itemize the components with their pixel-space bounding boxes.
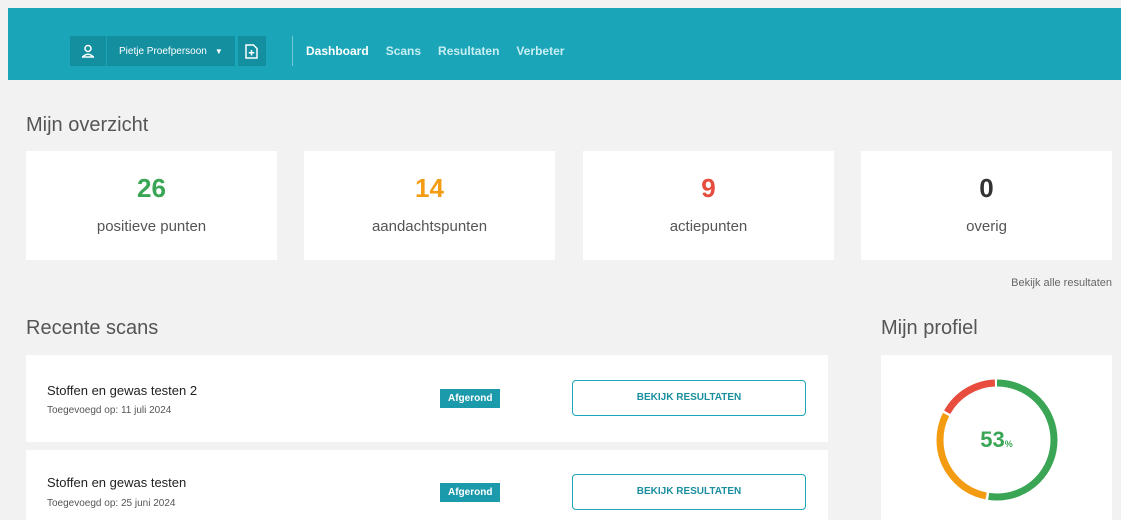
stat-other-label: overig [966, 218, 1007, 235]
stat-attention-label: aandachtspunten [371, 218, 488, 235]
user-icon-svg [81, 44, 95, 58]
stat-attention: 14 aandachtspunten [304, 151, 555, 260]
nav-dashboard[interactable]: Dashboard [306, 44, 369, 58]
chevron-down-icon: ▼ [214, 46, 223, 56]
profile-percentage-unit: % [1004, 439, 1013, 449]
user-name: Pietje Proefpersoon [119, 45, 207, 57]
recent-scans-title: Recente scans [26, 317, 159, 339]
status-badge: Afgerond [440, 389, 501, 408]
add-document-icon [245, 43, 259, 59]
user-icon[interactable] [70, 36, 106, 66]
scan-title: Stoffen en gewas testen 2 [47, 383, 198, 398]
scan-date: Toegevoegd op: 25 juni 2024 [47, 498, 176, 509]
view-results-button[interactable]: BEKIJK RESULTATEN [572, 380, 806, 416]
scan-date: Toegevoegd op: 11 juli 2024 [47, 405, 172, 416]
add-document-button[interactable] [237, 36, 266, 66]
stat-other: 0 overig [861, 151, 1112, 260]
scan-card: Stoffen en gewas testen 2 Toegevoegd op:… [26, 355, 828, 442]
profile-title: Mijn profiel [881, 317, 978, 339]
view-all-results-link[interactable]: Bekijk alle resultaten [1011, 277, 1112, 289]
user-menu-group: Pietje Proefpersoon ▼ [70, 36, 266, 66]
nav-resultaten[interactable]: Resultaten [438, 44, 499, 58]
overview-title: Mijn overzicht [26, 114, 149, 136]
stat-action: 9 actiepunten [583, 151, 834, 260]
stat-other-value: 0 [979, 173, 994, 203]
main-nav: Dashboard Scans Resultaten Verbeter [306, 44, 581, 58]
stat-attention-value: 14 [415, 173, 444, 203]
view-results-button[interactable]: BEKIJK RESULTATEN [572, 474, 806, 510]
profile-percentage: 53% [881, 427, 1112, 453]
nav-divider [292, 36, 293, 66]
nav-scans[interactable]: Scans [386, 44, 421, 58]
stat-positive-value: 26 [137, 173, 166, 203]
stat-positive: 26 positieve punten [26, 151, 277, 260]
stat-action-label: actiepunten [669, 218, 748, 235]
user-dropdown[interactable]: Pietje Proefpersoon ▼ [106, 36, 235, 66]
stat-action-value: 9 [701, 173, 716, 203]
profile-card: 53% [881, 355, 1112, 520]
scan-card: Stoffen en gewas testen Toegevoegd op: 2… [26, 450, 828, 520]
stat-positive-label: positieve punten [96, 218, 207, 235]
profile-percentage-value: 53 [980, 427, 1005, 452]
scan-title: Stoffen en gewas testen [47, 475, 187, 490]
nav-verbeter[interactable]: Verbeter [516, 44, 564, 58]
status-badge: Afgerond [440, 483, 501, 502]
